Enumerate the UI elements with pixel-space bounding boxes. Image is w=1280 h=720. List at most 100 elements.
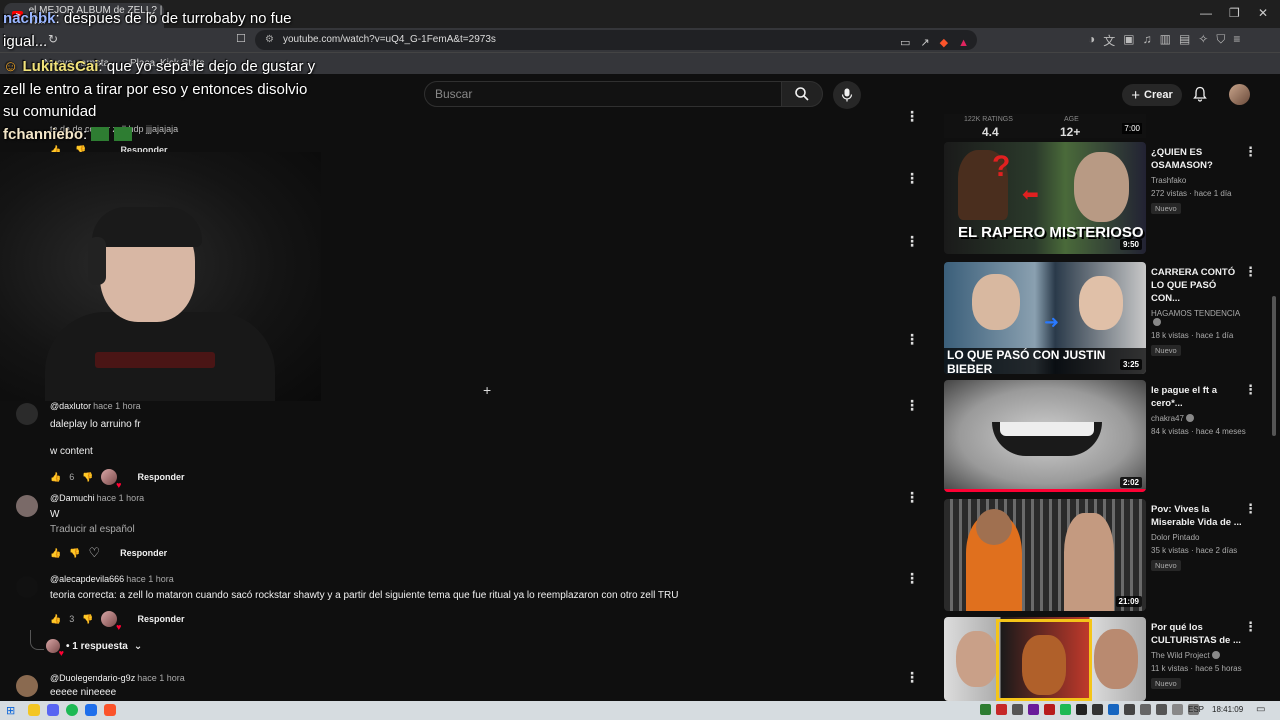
channel-name[interactable]: The Wild Project [1151, 651, 1247, 660]
previous-video-thumbnail-strip[interactable]: 122K RATINGS 4.4 AGE 12+ 7:00 [944, 114, 1146, 139]
sidebar-icon[interactable]: ▥ [1160, 32, 1171, 49]
brave-rewards-icon[interactable]: ▲ [958, 33, 969, 53]
tray-icon[interactable] [1012, 704, 1023, 715]
account-avatar[interactable] [1229, 84, 1250, 105]
notifications-icon[interactable]: ▭ [1256, 704, 1265, 715]
spotify-icon[interactable] [66, 704, 78, 716]
like-icon[interactable]: 👍 [50, 614, 61, 625]
video-title[interactable]: Pov: Vives la Miserable Vida de ... [1151, 503, 1247, 529]
comment-menu-icon[interactable]: ⋮ [905, 669, 919, 686]
share-icon[interactable]: ↗ [920, 33, 929, 53]
reply-button[interactable]: Responder [137, 472, 184, 482]
commenter-avatar[interactable] [16, 403, 38, 425]
comment-author[interactable]: @alecapdevila666 [50, 574, 124, 584]
tray-icon[interactable] [1076, 704, 1087, 715]
recommended-video[interactable]: ? ⬅ EL RAPERO MISTERIOSO 9:50 ¿QUIEN ES … [944, 142, 1264, 254]
brave-browser-icon[interactable] [104, 704, 116, 716]
recommended-video[interactable]: 21:09 Pov: Vives la Miserable Vida de ..… [944, 499, 1264, 611]
comment-time[interactable]: hace 1 hora [126, 574, 174, 584]
comment-author[interactable]: @Duolegendario-g9z [50, 673, 135, 683]
tray-icon[interactable] [1108, 704, 1119, 715]
tray-icon[interactable] [996, 704, 1007, 715]
video-menu-icon[interactable]: ⋮ [1244, 144, 1257, 160]
discord-icon[interactable] [47, 704, 59, 716]
minimize-icon[interactable]: — [1200, 6, 1212, 20]
voice-search-button[interactable] [833, 81, 861, 109]
comment-menu-icon[interactable]: ⋮ [905, 331, 919, 348]
like-icon[interactable]: 👍 [50, 548, 61, 559]
screenshot-icon[interactable]: ▣ [1123, 32, 1134, 49]
channel-name[interactable]: Dolor Pintado [1151, 533, 1247, 542]
menu-icon[interactable]: ≡ [1233, 32, 1240, 49]
video-thumbnail[interactable]: ? ⬅ EL RAPERO MISTERIOSO 9:50 [944, 142, 1146, 254]
comment-menu-icon[interactable]: ⋮ [905, 170, 919, 187]
video-menu-icon[interactable]: ⋮ [1244, 501, 1257, 517]
restore-icon[interactable]: ❐ [1229, 6, 1240, 20]
create-button[interactable]: + Crear [1122, 84, 1182, 106]
comment-menu-icon[interactable]: ⋮ [905, 233, 919, 250]
comment-menu-icon[interactable]: ⋮ [905, 397, 919, 414]
comment-menu-icon[interactable]: ⋮ [905, 570, 919, 587]
dislike-icon[interactable]: 👎 [82, 472, 93, 483]
file-explorer-icon[interactable] [28, 704, 40, 716]
video-title[interactable]: le pague el ft a cero*... [1151, 384, 1247, 410]
dislike-icon[interactable]: 👎 [69, 548, 80, 559]
brave-shield-icon[interactable]: ◆ [940, 33, 948, 53]
language-indicator[interactable]: ESP [1188, 705, 1204, 714]
channel-name[interactable]: HAGAMOS TENDENCIA [1151, 309, 1247, 327]
recommended-video[interactable]: ➜ LO QUE PASÓ CON JUSTIN BIEBER 3:25 CAR… [944, 262, 1264, 374]
tray-icon[interactable] [1060, 704, 1071, 715]
video-thumbnail[interactable]: 21:09 [944, 499, 1146, 611]
video-thumbnail[interactable]: ➜ LO QUE PASÓ CON JUSTIN BIEBER 3:25 [944, 262, 1146, 374]
commenter-avatar[interactable] [16, 675, 38, 697]
notifications-bell-icon[interactable] [1192, 86, 1208, 102]
music-icon[interactable]: ♫ [1143, 32, 1152, 49]
commenter-avatar[interactable] [16, 495, 38, 517]
video-title[interactable]: ¿QUIEN ES OSAMASON? [1151, 146, 1247, 172]
video-title[interactable]: CARRERA CONTÓ LO QUE PASÓ CON... [1151, 266, 1247, 305]
comment-time[interactable]: hace 1 hora [97, 493, 145, 503]
search-input[interactable]: Buscar [424, 81, 782, 107]
comment-time[interactable]: hace 1 hora [93, 401, 141, 411]
video-menu-icon[interactable]: ⋮ [1244, 382, 1257, 398]
video-thumbnail[interactable] [944, 617, 1146, 701]
video-title[interactable]: Por qué los CULTURISTAS de ... [1151, 621, 1247, 647]
microphone-tray-icon[interactable] [1156, 704, 1167, 715]
tray-icon[interactable] [1140, 704, 1151, 715]
clock[interactable]: 18:41:09 [1212, 705, 1243, 714]
commenter-avatar[interactable] [16, 576, 38, 598]
recommended-video[interactable]: Por qué los CULTURISTAS de ... The Wild … [944, 617, 1264, 701]
comment-time[interactable]: hace 1 hora [137, 673, 185, 683]
video-menu-icon[interactable]: ⋮ [1244, 619, 1257, 635]
channel-name[interactable]: Trashfako [1151, 176, 1247, 185]
tray-icon[interactable] [1124, 704, 1135, 715]
heart-icon[interactable]: ♡ [88, 545, 100, 561]
comment-menu-icon[interactable]: ⋮ [905, 489, 919, 506]
url-field[interactable]: ⚙ youtube.com/watch?v=uQ4_G-1FemA&t=2973… [255, 30, 977, 50]
video-thumbnail[interactable]: 2:02 [944, 380, 1146, 492]
app-icon[interactable] [85, 704, 97, 716]
translate-link[interactable]: Traducir al español [50, 522, 910, 537]
comment-author[interactable]: @Damuchi [50, 493, 95, 503]
ai-icon[interactable]: ✧ [1198, 32, 1208, 49]
tray-icon[interactable] [980, 704, 991, 715]
reply-button[interactable]: Responder [137, 614, 184, 624]
channel-name[interactable]: chakra47 [1151, 414, 1247, 423]
search-button[interactable] [781, 81, 823, 107]
vpn-icon[interactable]: ⛉ [1216, 32, 1225, 49]
comment-author[interactable]: @daxlutor [50, 401, 91, 411]
network-icon[interactable] [1172, 704, 1183, 715]
window-close-icon[interactable]: ✕ [1258, 6, 1268, 20]
like-icon[interactable]: 👍 [50, 472, 61, 483]
show-replies-button[interactable]: • 1 respuesta ⌄ [46, 639, 142, 658]
comment-menu-icon[interactable]: ⋮ [905, 108, 919, 125]
windows-start-icon[interactable]: ⊞ [6, 704, 15, 717]
recommended-video[interactable]: 2:02 le pague el ft a cero*... chakra47 … [944, 380, 1264, 492]
translate-icon[interactable]: 文 [1103, 32, 1115, 49]
wallet-icon[interactable]: ▤ [1179, 32, 1190, 49]
reply-button[interactable]: Responder [120, 548, 167, 558]
tray-icon[interactable] [1044, 704, 1055, 715]
tray-icon[interactable] [1092, 704, 1103, 715]
page-scrollbar[interactable] [1272, 296, 1276, 436]
extension-icon[interactable]: ◑ [1088, 32, 1095, 49]
